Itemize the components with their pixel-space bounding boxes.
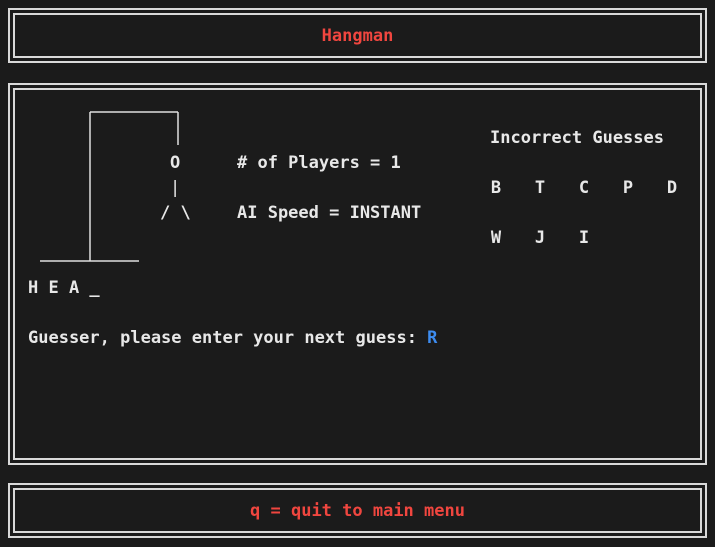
ai-speed-label: AI Speed = INSTANT — [237, 203, 422, 223]
incorrect-guess-letter: T — [534, 178, 546, 198]
game-panel: O | / \ # of Players = 1 AI Speed = INST… — [8, 83, 707, 465]
incorrect-guess-letter: C — [578, 178, 590, 198]
title-panel: Hangman — [8, 8, 707, 63]
hangman-legs: / \ — [160, 203, 191, 223]
incorrect-guess-letter: B — [490, 178, 502, 198]
guess-input[interactable]: R — [427, 328, 437, 348]
quit-hint[interactable]: q = quit to main menu — [10, 501, 705, 521]
footer-panel: q = quit to main menu — [8, 483, 707, 538]
incorrect-guess-letter: D — [666, 178, 678, 198]
incorrect-guess-letter: P — [622, 178, 634, 198]
app-title: Hangman — [321, 26, 394, 46]
incorrect-guess-letter: I — [578, 228, 590, 248]
players-label: # of Players = 1 — [237, 153, 401, 173]
guess-prompt-text: Guesser, please enter your next guess: — [28, 328, 428, 348]
incorrect-guess-letter: J — [534, 228, 546, 248]
hangman-body: | — [170, 178, 181, 198]
hangman-head: O — [170, 153, 181, 173]
incorrect-guess-letter: W — [490, 228, 502, 248]
guess-prompt: Guesser, please enter your next guess: R — [28, 328, 437, 348]
incorrect-guesses-title: Incorrect Guesses — [490, 128, 664, 148]
word-display: H E A _ — [28, 278, 100, 298]
